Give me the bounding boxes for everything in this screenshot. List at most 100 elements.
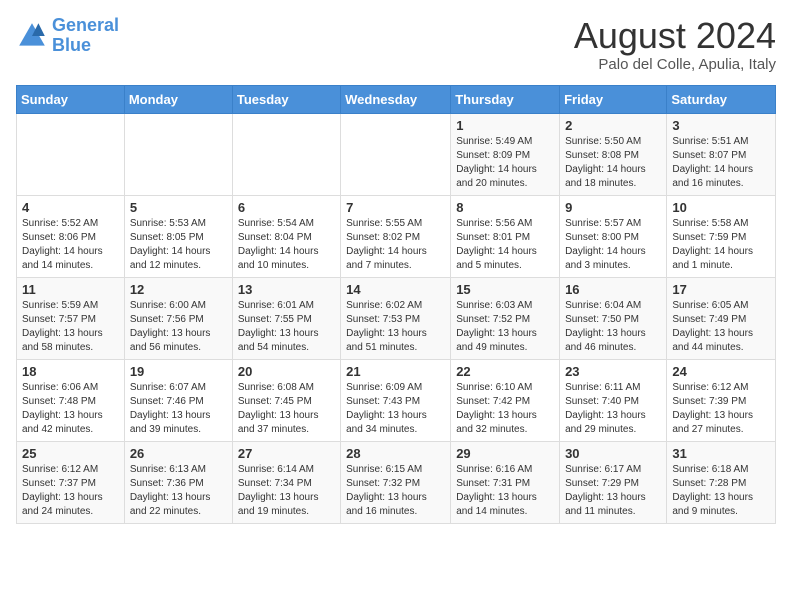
day-info: Sunrise: 5:58 AMSunset: 7:59 PMDaylight:… — [672, 217, 770, 273]
day-number: 19 — [130, 364, 227, 379]
header-cell-saturday: Saturday — [667, 85, 776, 113]
header-cell-thursday: Thursday — [451, 85, 560, 113]
day-number: 13 — [238, 282, 335, 297]
day-cell: 25Sunrise: 6:12 AMSunset: 7:37 PMDayligh… — [17, 441, 125, 523]
day-cell: 5 Sunrise: 5:53 AMSunset: 8:05 PMDaylight… — [124, 195, 232, 277]
day-info: Sunrise: 5:52 AMSunset: 8:06 PMDaylight:… — [22, 217, 119, 273]
day-number: 5 — [130, 200, 227, 215]
subtitle: Palo del Colle, Apulia, Italy — [574, 56, 776, 73]
day-info: Sunrise: 6:06 AMSunset: 7:48 PMDaylight:… — [22, 381, 119, 437]
day-info: Sunrise: 5:56 AMSunset: 8:01 PMDaylight:… — [456, 217, 554, 273]
day-cell: 15Sunrise: 6:03 AMSunset: 7:52 PMDayligh… — [451, 277, 560, 359]
day-number: 28 — [346, 446, 445, 461]
day-cell — [341, 113, 451, 195]
day-cell: 3 Sunrise: 5:51 AMSunset: 8:07 PMDaylight… — [667, 113, 776, 195]
day-cell: 17 Sunrise: 6:05 AMSunset: 7:49 PMDayligh… — [667, 277, 776, 359]
day-number: 23 — [565, 364, 661, 379]
day-cell: 6Sunrise: 5:54 AMSunset: 8:04 PMDaylight… — [232, 195, 340, 277]
week-row-3: 11 Sunrise: 5:59 AMSunset: 7:57 PMDayligh… — [17, 277, 776, 359]
day-number: 30 — [565, 446, 661, 461]
day-cell: 21Sunrise: 6:09 AMSunset: 7:43 PMDayligh… — [341, 359, 451, 441]
day-cell — [232, 113, 340, 195]
logo-line2: Blue — [52, 36, 119, 56]
logo: General Blue — [16, 16, 119, 56]
day-number: 7 — [346, 200, 445, 215]
day-number: 16 — [565, 282, 661, 297]
header-cell-sunday: Sunday — [17, 85, 125, 113]
day-cell — [124, 113, 232, 195]
day-info: Sunrise: 5:49 AMSunset: 8:09 PMDaylight:… — [456, 135, 554, 191]
day-info: Sunrise: 6:13 AMSunset: 7:36 PMDaylight:… — [130, 463, 227, 519]
logo-text: General Blue — [52, 16, 119, 56]
day-number: 4 — [22, 200, 119, 215]
day-info: Sunrise: 6:10 AMSunset: 7:42 PMDaylight:… — [456, 381, 554, 437]
day-cell: 9 Sunrise: 5:57 AMSunset: 8:00 PMDaylight… — [560, 195, 667, 277]
header-cell-friday: Friday — [560, 85, 667, 113]
day-number: 6 — [238, 200, 335, 215]
week-row-5: 25Sunrise: 6:12 AMSunset: 7:37 PMDayligh… — [17, 441, 776, 523]
day-cell: 10 Sunrise: 5:58 AMSunset: 7:59 PMDayligh… — [667, 195, 776, 277]
day-number: 24 — [672, 364, 770, 379]
week-row-1: 1 Sunrise: 5:49 AMSunset: 8:09 PMDaylight… — [17, 113, 776, 195]
day-info: Sunrise: 6:12 AMSunset: 7:39 PMDaylight:… — [672, 381, 770, 437]
day-cell: 18Sunrise: 6:06 AMSunset: 7:48 PMDayligh… — [17, 359, 125, 441]
day-cell: 19 Sunrise: 6:07 AMSunset: 7:46 PMDayligh… — [124, 359, 232, 441]
header-cell-wednesday: Wednesday — [341, 85, 451, 113]
logo-line1: General — [52, 15, 119, 35]
day-number: 25 — [22, 446, 119, 461]
day-cell: 12 Sunrise: 6:00 AMSunset: 7:56 PMDayligh… — [124, 277, 232, 359]
day-cell: 7 Sunrise: 5:55 AMSunset: 8:02 PMDaylight… — [341, 195, 451, 277]
month-title: August 2024 — [574, 16, 776, 56]
day-info: Sunrise: 6:01 AMSunset: 7:55 PMDaylight:… — [238, 299, 335, 355]
day-info: Sunrise: 6:04 AMSunset: 7:50 PMDaylight:… — [565, 299, 661, 355]
day-cell: 28Sunrise: 6:15 AMSunset: 7:32 PMDayligh… — [341, 441, 451, 523]
day-info: Sunrise: 5:50 AMSunset: 8:08 PMDaylight:… — [565, 135, 661, 191]
day-number: 9 — [565, 200, 661, 215]
day-cell: 11 Sunrise: 5:59 AMSunset: 7:57 PMDayligh… — [17, 277, 125, 359]
day-cell: 2Sunrise: 5:50 AMSunset: 8:08 PMDaylight… — [560, 113, 667, 195]
day-info: Sunrise: 5:53 AMSunset: 8:05 PMDaylight:… — [130, 217, 227, 273]
day-cell: 24 Sunrise: 6:12 AMSunset: 7:39 PMDayligh… — [667, 359, 776, 441]
day-number: 22 — [456, 364, 554, 379]
day-number: 27 — [238, 446, 335, 461]
day-number: 29 — [456, 446, 554, 461]
day-cell: 31 Sunrise: 6:18 AMSunset: 7:28 PMDayligh… — [667, 441, 776, 523]
title-area: August 2024 Palo del Colle, Apulia, Ital… — [574, 16, 776, 73]
day-number: 31 — [672, 446, 770, 461]
day-info: Sunrise: 5:55 AMSunset: 8:02 PMDaylight:… — [346, 217, 445, 273]
day-info: Sunrise: 5:51 AMSunset: 8:07 PMDaylight:… — [672, 135, 770, 191]
day-cell: 22 Sunrise: 6:10 AMSunset: 7:42 PMDayligh… — [451, 359, 560, 441]
day-info: Sunrise: 6:05 AMSunset: 7:49 PMDaylight:… — [672, 299, 770, 355]
page-header: General Blue August 2024 Palo del Colle,… — [16, 16, 776, 73]
day-cell: 30Sunrise: 6:17 AMSunset: 7:29 PMDayligh… — [560, 441, 667, 523]
day-number: 10 — [672, 200, 770, 215]
day-number: 15 — [456, 282, 554, 297]
header-cell-monday: Monday — [124, 85, 232, 113]
day-info: Sunrise: 6:02 AMSunset: 7:53 PMDaylight:… — [346, 299, 445, 355]
day-info: Sunrise: 6:07 AMSunset: 7:46 PMDaylight:… — [130, 381, 227, 437]
day-number: 11 — [22, 282, 119, 297]
day-number: 1 — [456, 118, 554, 133]
day-info: Sunrise: 6:14 AMSunset: 7:34 PMDaylight:… — [238, 463, 335, 519]
day-number: 3 — [672, 118, 770, 133]
day-cell: 4 Sunrise: 5:52 AMSunset: 8:06 PMDaylight… — [17, 195, 125, 277]
day-number: 17 — [672, 282, 770, 297]
day-cell: 14Sunrise: 6:02 AMSunset: 7:53 PMDayligh… — [341, 277, 451, 359]
calendar-table: SundayMondayTuesdayWednesdayThursdayFrid… — [16, 85, 776, 524]
day-number: 26 — [130, 446, 227, 461]
day-number: 12 — [130, 282, 227, 297]
day-info: Sunrise: 5:59 AMSunset: 7:57 PMDaylight:… — [22, 299, 119, 355]
header-cell-tuesday: Tuesday — [232, 85, 340, 113]
day-info: Sunrise: 6:18 AMSunset: 7:28 PMDaylight:… — [672, 463, 770, 519]
day-cell: 1 Sunrise: 5:49 AMSunset: 8:09 PMDaylight… — [451, 113, 560, 195]
day-info: Sunrise: 6:16 AMSunset: 7:31 PMDaylight:… — [456, 463, 554, 519]
calendar-header: SundayMondayTuesdayWednesdayThursdayFrid… — [17, 85, 776, 113]
header-row: SundayMondayTuesdayWednesdayThursdayFrid… — [17, 85, 776, 113]
day-info: Sunrise: 6:00 AMSunset: 7:56 PMDaylight:… — [130, 299, 227, 355]
day-info: Sunrise: 5:57 AMSunset: 8:00 PMDaylight:… — [565, 217, 661, 273]
day-cell: 20Sunrise: 6:08 AMSunset: 7:45 PMDayligh… — [232, 359, 340, 441]
day-info: Sunrise: 6:11 AMSunset: 7:40 PMDaylight:… — [565, 381, 661, 437]
day-cell: 8Sunrise: 5:56 AMSunset: 8:01 PMDaylight… — [451, 195, 560, 277]
day-info: Sunrise: 6:09 AMSunset: 7:43 PMDaylight:… — [346, 381, 445, 437]
day-cell: 29 Sunrise: 6:16 AMSunset: 7:31 PMDayligh… — [451, 441, 560, 523]
